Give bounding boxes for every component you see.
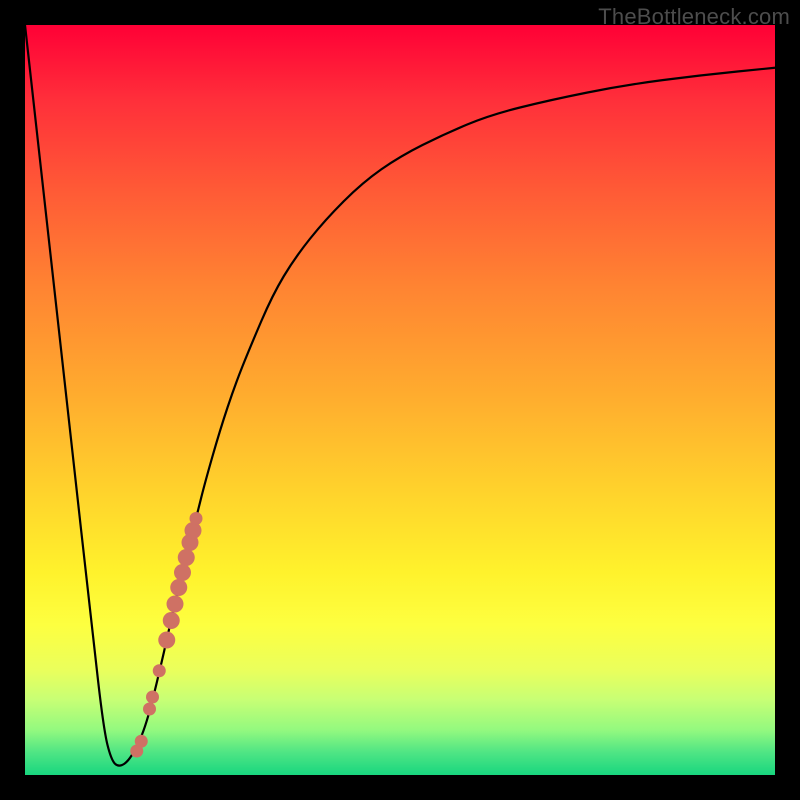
highlight-dot bbox=[163, 612, 180, 629]
highlight-dot bbox=[153, 664, 166, 677]
highlight-dot bbox=[190, 512, 203, 525]
highlight-dot bbox=[174, 564, 191, 581]
highlight-dot bbox=[178, 549, 195, 566]
chart-svg bbox=[25, 25, 775, 775]
highlight-dot bbox=[135, 735, 148, 748]
highlight-dot bbox=[146, 691, 159, 704]
highlight-dot bbox=[170, 579, 187, 596]
highlight-dot bbox=[158, 632, 175, 649]
plot-area bbox=[25, 25, 775, 775]
highlight-dot bbox=[143, 703, 156, 716]
highlight-dots-group bbox=[130, 512, 202, 758]
highlight-dot bbox=[185, 522, 202, 539]
highlight-dot bbox=[167, 596, 184, 613]
bottleneck-curve bbox=[25, 25, 775, 766]
chart-frame: TheBottleneck.com bbox=[0, 0, 800, 800]
